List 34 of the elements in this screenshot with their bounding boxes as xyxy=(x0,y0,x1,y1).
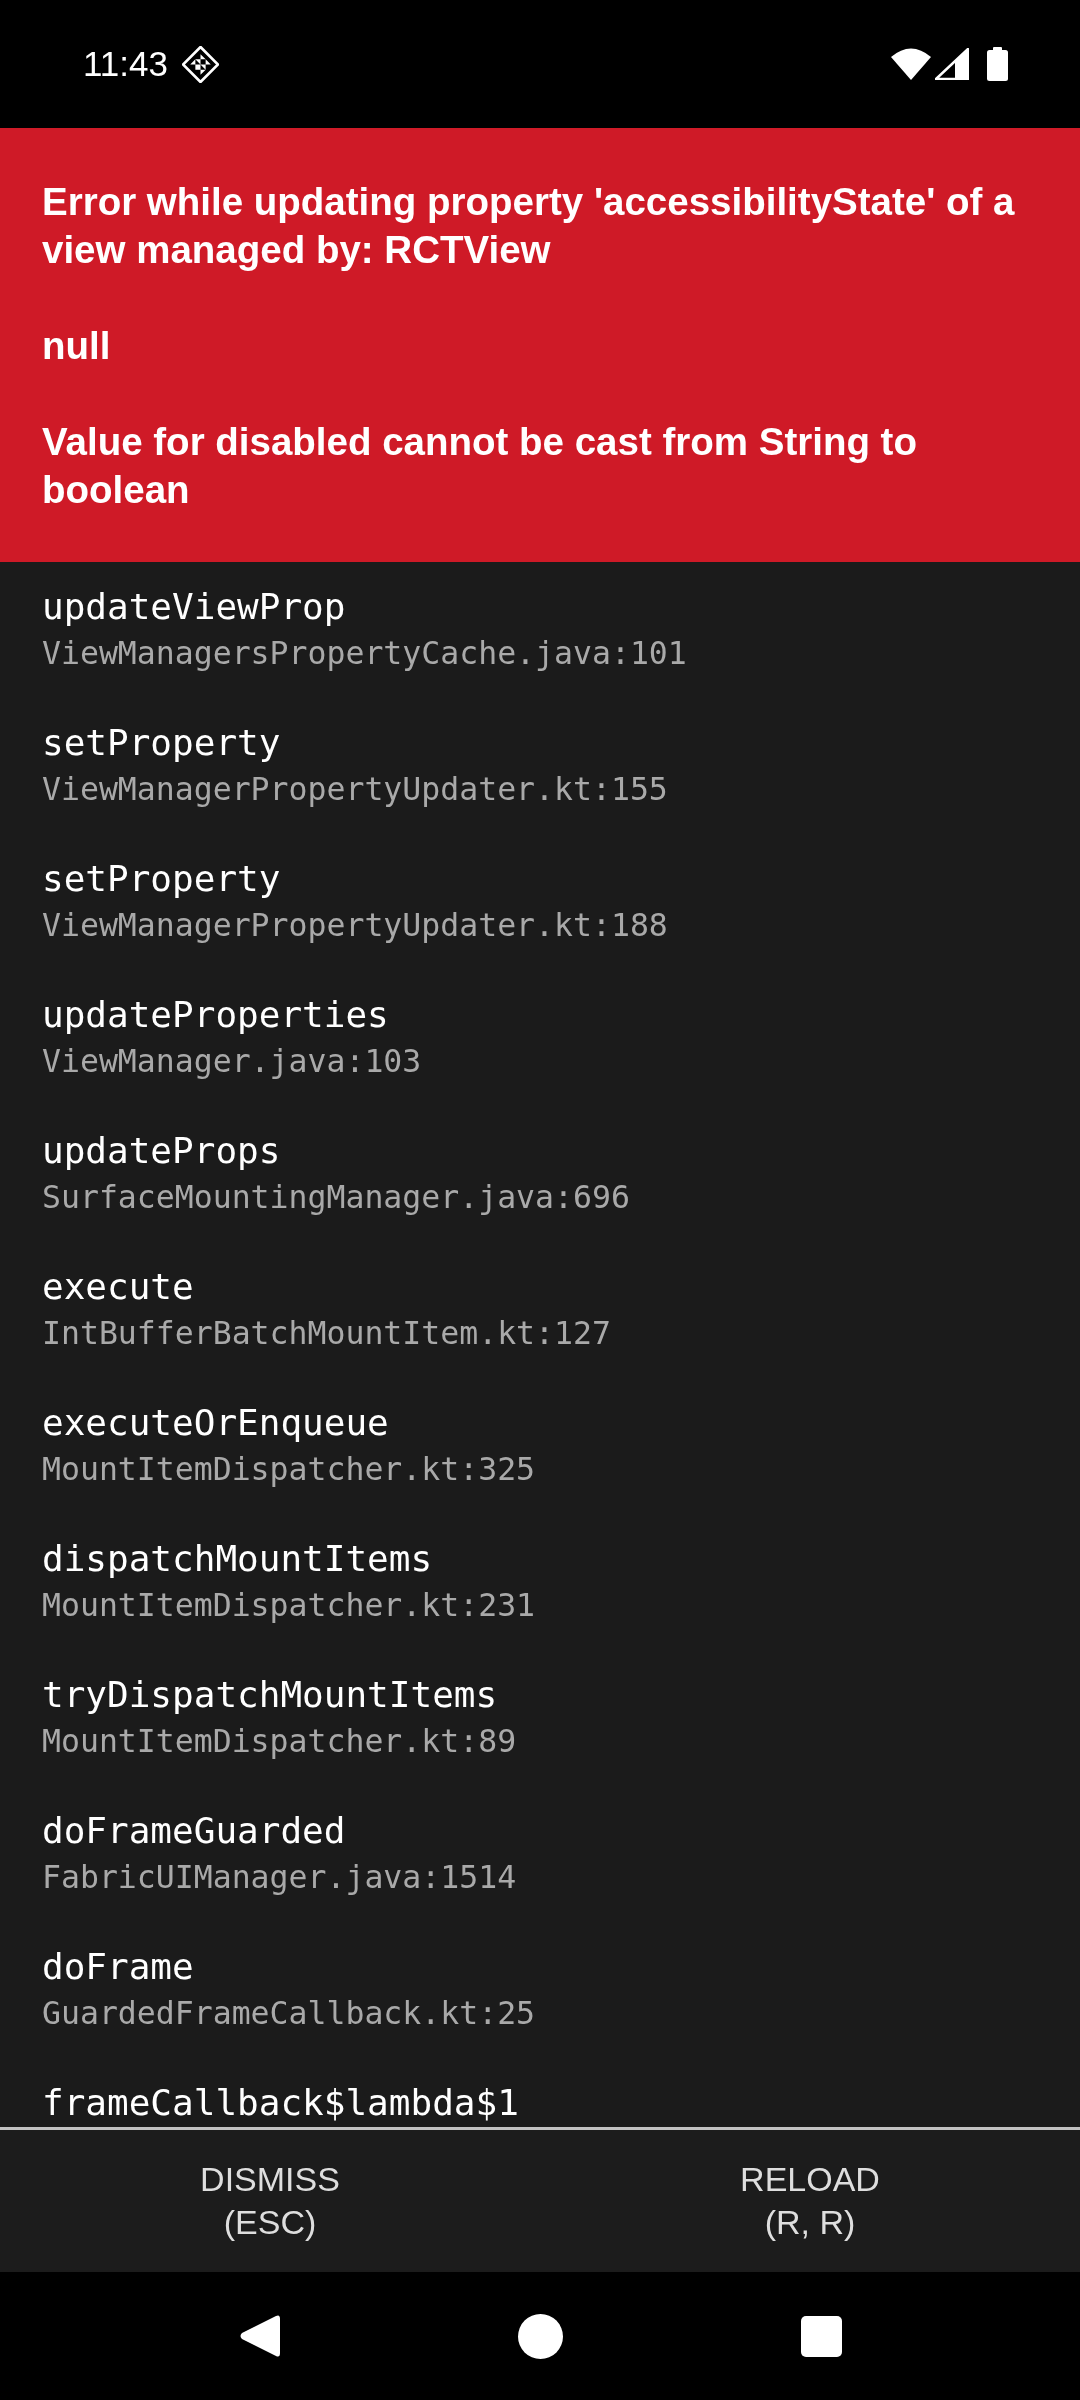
stack-frame-location: ViewManagerPropertyUpdater.kt:188 xyxy=(42,906,669,945)
stack-frame-location: FabricUIManager.java:1514 xyxy=(42,1858,518,1897)
stack-frame-location: MountItemDispatcher.kt:325 xyxy=(42,1450,537,1489)
error-message: Value for disabled cannot be cast from String to boolean xyxy=(42,419,918,513)
stack-frame-location: ViewManager.java:103 xyxy=(42,1042,423,1081)
stack-frame-location: ViewManagerPropertyUpdater.kt:155 xyxy=(42,770,669,809)
stack-frame-method: updateProperties xyxy=(42,993,390,1037)
error-message: null xyxy=(42,323,112,369)
stack-frame-location: SurfaceMountingManager.java:696 xyxy=(42,1178,631,1217)
stack-frame-location: ViewManagersPropertyCache.java:101 xyxy=(42,634,688,673)
stack-frame-location: MountItemDispatcher.kt:231 xyxy=(42,1586,537,1625)
stack-frame-method: frameCallback$lambda$1 xyxy=(42,2081,520,2125)
stack-frame-method: tryDispatchMountItems xyxy=(42,1673,499,1717)
stack-frame-method: execute xyxy=(42,1265,195,1309)
home-icon[interactable] xyxy=(517,2313,563,2359)
diamond-icon xyxy=(182,45,219,83)
stack-frame-location: IntBufferBatchMountItem.kt:127 xyxy=(42,1314,612,1353)
stack-frame-method: dispatchMountItems xyxy=(42,1537,434,1581)
stack-frame-method: setProperty xyxy=(42,857,282,901)
recents-icon[interactable] xyxy=(800,2315,842,2357)
signal-icon xyxy=(935,48,969,80)
stack-frame-location: MountItemDispatcher.kt:89 xyxy=(42,1722,518,1761)
stack-frame-method: doFrame xyxy=(42,1945,195,1989)
status-time: 11:43 xyxy=(83,44,168,84)
stack-frame-location: GuardedFrameCallback.kt:25 xyxy=(42,1994,537,2033)
back-icon[interactable] xyxy=(238,2314,280,2358)
stack-frame-method: executeOrEnqueue xyxy=(42,1401,390,1445)
stack-frame-method: updateViewProp xyxy=(42,585,347,629)
stack-frame-method: doFrameGuarded xyxy=(42,1809,347,1853)
stack-frame-method: setProperty xyxy=(42,721,282,765)
wifi-icon xyxy=(891,48,931,80)
battery-icon xyxy=(987,47,1008,81)
stack-frame-method: updateProps xyxy=(42,1129,282,1173)
error-message: Error while updating property 'accessibilityState' of a view managed by: RCTView xyxy=(42,179,1016,273)
